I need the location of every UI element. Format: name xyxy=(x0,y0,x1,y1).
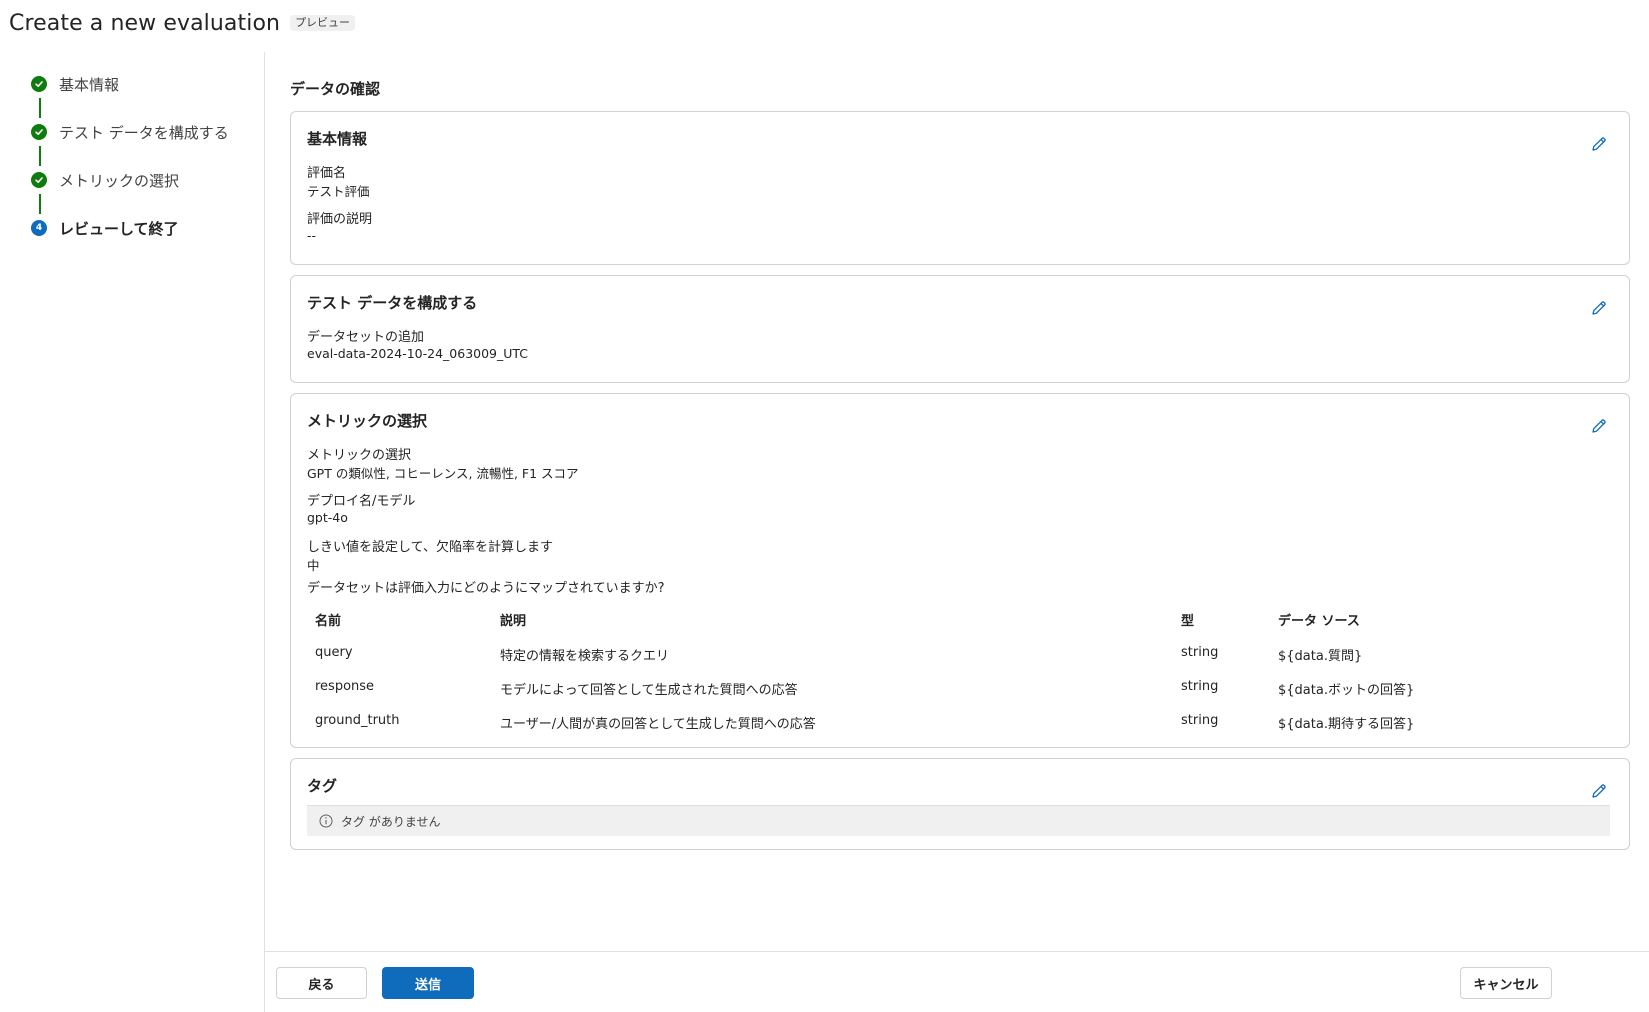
info-icon xyxy=(319,814,333,828)
table-cell: string xyxy=(1181,645,1219,660)
edit-basic-info-button[interactable] xyxy=(1589,134,1609,154)
card-title: メトリックの選択 xyxy=(307,412,428,430)
back-button[interactable]: 戻る xyxy=(276,967,367,999)
field-label: 評価名 xyxy=(307,166,347,181)
table-cell: ${data.質問} xyxy=(1278,649,1363,664)
card-title: 基本情報 xyxy=(307,130,368,148)
pencil-icon xyxy=(1592,419,1606,433)
pencil-icon xyxy=(1592,301,1606,315)
tags-card: タグ タグ がありません xyxy=(290,758,1630,850)
table-cell: query xyxy=(315,645,353,660)
step-basic-info[interactable]: 基本情報 xyxy=(31,72,119,96)
field-label: 評価の説明 xyxy=(307,212,373,227)
step-connector xyxy=(39,146,41,166)
checkmark-icon xyxy=(31,172,47,188)
mapping-question: データセットは評価入力にどのようにマップされていますか? xyxy=(307,581,665,596)
page-title: Create a new evaluation xyxy=(9,10,281,36)
field-value: 中 xyxy=(307,558,320,573)
submit-button[interactable]: 送信 xyxy=(382,967,474,999)
edit-test-data-button[interactable] xyxy=(1589,298,1609,318)
page-header: Create a new evaluation プレビュー xyxy=(9,6,356,40)
card-title: テスト データを構成する xyxy=(307,294,478,312)
step-test-data[interactable]: テスト データを構成する xyxy=(31,120,229,144)
section-heading: データの確認 xyxy=(290,80,381,98)
no-tags-message: タグ がありません xyxy=(307,805,1610,836)
table-cell: string xyxy=(1181,679,1219,694)
step-connector xyxy=(39,194,41,214)
step-label: テスト データを構成する xyxy=(59,123,229,142)
checkmark-icon xyxy=(31,76,47,92)
table-cell: string xyxy=(1181,713,1219,728)
edit-metrics-button[interactable] xyxy=(1589,416,1609,436)
step-review[interactable]: 4 レビューして終了 xyxy=(31,216,179,240)
field-value: GPT の類似性, コヒーレンス, 流暢性, F1 スコア xyxy=(307,466,579,481)
basic-info-card: 基本情報 評価名 テスト評価 評価の説明 -- xyxy=(290,111,1630,265)
table-cell: ユーザー/人間が真の回答として生成した質問への応答 xyxy=(500,717,816,732)
step-connector xyxy=(39,98,41,118)
field-value: eval-data-2024-10-24_063009_UTC xyxy=(307,346,529,361)
no-tags-text: タグ がありません xyxy=(341,814,441,829)
cancel-button[interactable]: キャンセル xyxy=(1460,967,1552,999)
table-cell: ground_truth xyxy=(315,713,400,728)
table-cell: response xyxy=(315,679,375,694)
step-metrics[interactable]: メトリックの選択 xyxy=(31,168,179,192)
table-cell: ${data.期待する回答} xyxy=(1278,717,1415,732)
pencil-icon xyxy=(1592,784,1606,798)
field-value: -- xyxy=(307,228,317,243)
test-data-card: テスト データを構成する データセットの追加 eval-data-2024-10… xyxy=(290,275,1630,383)
step-label: 基本情報 xyxy=(59,75,120,94)
field-label: データセットの追加 xyxy=(307,330,425,345)
table-cell: 特定の情報を検索するクエリ xyxy=(500,649,670,664)
footer-actions: 戻る 送信 キャンセル xyxy=(265,951,1649,1012)
field-label: しきい値を設定して、欠陥率を計算します xyxy=(307,540,553,555)
column-header: 型 xyxy=(1181,614,1195,629)
card-title: タグ xyxy=(307,777,338,795)
metrics-card: メトリックの選択 メトリックの選択 GPT の類似性, コヒーレンス, 流暢性,… xyxy=(290,393,1630,748)
table-cell: モデルによって回答として生成された質問への応答 xyxy=(500,683,798,698)
preview-badge: プレビュー xyxy=(290,15,356,31)
column-header: 名前 xyxy=(315,614,342,629)
field-label: デプロイ名/モデル xyxy=(307,494,416,509)
wizard-steps: 基本情報 テスト データを構成する メトリックの選択 4 レビューして終了 xyxy=(0,52,265,1012)
column-header: 説明 xyxy=(500,614,527,629)
column-header: データ ソース xyxy=(1278,614,1360,629)
field-value: テスト評価 xyxy=(307,184,370,199)
edit-tags-button[interactable] xyxy=(1589,781,1609,801)
step-number-icon: 4 xyxy=(31,220,47,236)
step-label: レビューして終了 xyxy=(59,219,179,238)
checkmark-icon xyxy=(31,124,47,140)
pencil-icon xyxy=(1592,137,1606,151)
field-value: gpt-4o xyxy=(307,510,348,525)
step-label: メトリックの選択 xyxy=(59,171,180,190)
table-cell: ${data.ボットの回答} xyxy=(1278,683,1415,698)
field-label: メトリックの選択 xyxy=(307,448,412,463)
